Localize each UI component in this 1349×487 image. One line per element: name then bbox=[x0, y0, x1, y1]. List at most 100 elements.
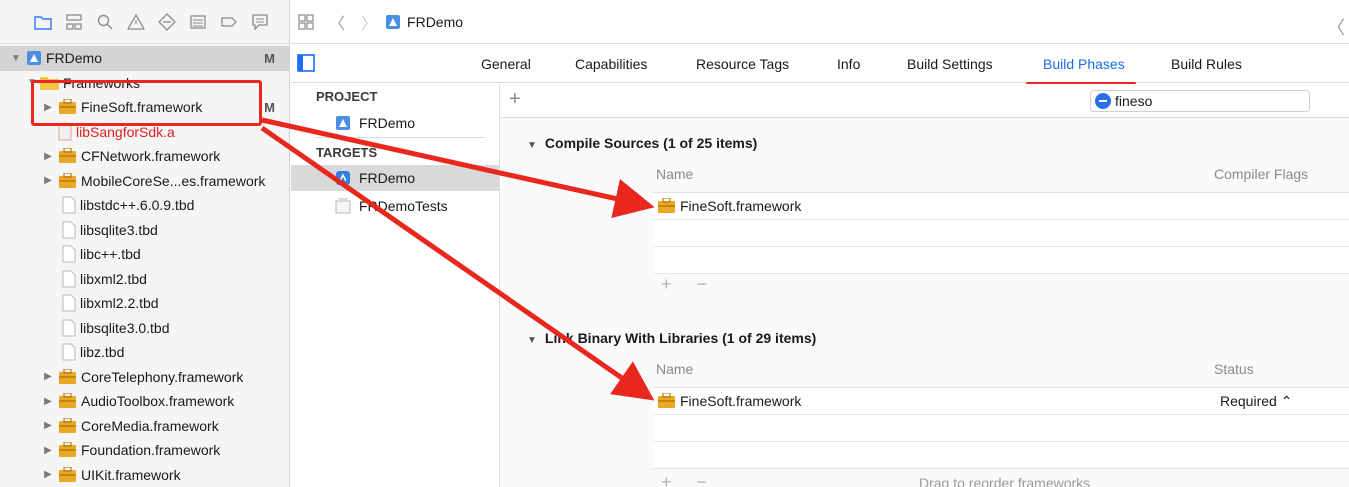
disclosure-icon[interactable]: ▼ bbox=[527, 335, 537, 346]
test-bundle-icon bbox=[335, 198, 351, 214]
editor-tab-bar: General Capabilities Resource Tags Info … bbox=[291, 45, 1349, 86]
tab-build-settings[interactable]: Build Settings bbox=[907, 56, 993, 72]
back-icon[interactable]: 〈 bbox=[329, 10, 345, 34]
project-navigator: ▼ FRDemo M ▼ Frameworks ▶ FineSoft.frame… bbox=[0, 0, 290, 487]
debug-icon[interactable] bbox=[189, 13, 207, 31]
target-item-frdemo[interactable]: FRDemo bbox=[291, 165, 499, 191]
tree-item-uikit-framework[interactable]: ▶ UIKit.framework bbox=[0, 463, 289, 487]
disclosure-icon[interactable]: ▶ bbox=[42, 151, 54, 162]
tree-item-frdemo-project[interactable]: ▼ FRDemo M bbox=[0, 46, 289, 71]
find-icon[interactable] bbox=[96, 13, 114, 31]
tree-item-label: libxml2.tbd bbox=[80, 270, 147, 287]
target-item-frdemotests[interactable]: FRDemoTests bbox=[291, 193, 499, 219]
build-phases-editor: + fineso ▼ Compile Sources (1 of 25 items… bbox=[501, 84, 1349, 487]
tree-item-foundation-framework[interactable]: ▶ Foundation.framework bbox=[0, 438, 289, 463]
table-row-empty bbox=[653, 442, 1349, 469]
tree-item-label: CoreTelephony.framework bbox=[81, 368, 244, 385]
tree-item-label: UIKit.framework bbox=[81, 466, 181, 483]
clear-filter-icon[interactable] bbox=[1095, 93, 1111, 109]
add-phase-button[interactable]: + bbox=[509, 88, 521, 111]
column-name[interactable]: Name bbox=[656, 166, 693, 182]
status-popup[interactable]: Required ⌃ bbox=[1220, 393, 1292, 410]
file-icon bbox=[62, 343, 76, 361]
link-binary-header[interactable]: ▼ Link Binary With Libraries (1 of 29 ite… bbox=[527, 330, 816, 346]
tree-item-libsqlite3[interactable]: libsqlite3.tbd bbox=[0, 218, 289, 243]
project-item-frdemo[interactable]: FRDemo bbox=[291, 110, 499, 136]
file-icon bbox=[62, 270, 76, 288]
row-name: FineSoft.framework bbox=[680, 393, 802, 409]
filter-field[interactable]: fineso bbox=[1090, 90, 1310, 112]
jump-bar: 〈 〉 FRDemo 〈 bbox=[291, 0, 1349, 44]
filter-value: fineso bbox=[1115, 93, 1153, 109]
tree-item-label: AudioToolbox.framework bbox=[81, 393, 235, 410]
column-name[interactable]: Name bbox=[656, 361, 693, 377]
sidebar-toggle-icon[interactable] bbox=[297, 54, 315, 72]
targets-header: TARGETS bbox=[316, 145, 378, 160]
framework-icon bbox=[59, 466, 76, 482]
column-status[interactable]: Status bbox=[1214, 361, 1254, 377]
table-row-empty bbox=[653, 247, 1349, 274]
tree-item-coretelephony-framework[interactable]: ▶ CoreTelephony.framework bbox=[0, 365, 289, 390]
hierarchy-icon[interactable] bbox=[65, 13, 83, 31]
tree-item-cfnetwork-framework[interactable]: ▶ CFNetwork.framework bbox=[0, 144, 289, 169]
disclosure-icon[interactable]: ▶ bbox=[42, 469, 54, 480]
compile-sources-table: FineSoft.framework bbox=[653, 192, 1349, 274]
tree-item-label: libsqlite3.tbd bbox=[80, 221, 158, 238]
tree-item-libz[interactable]: libz.tbd bbox=[0, 340, 289, 365]
add-remove-controls[interactable]: + − bbox=[661, 274, 717, 295]
file-icon bbox=[62, 196, 76, 214]
table-row[interactable]: FineSoft.framework Required ⌃ bbox=[653, 388, 1349, 415]
tree-item-label: CFNetwork.framework bbox=[81, 148, 221, 165]
project-item-label: FRDemo bbox=[359, 115, 416, 131]
tree-item-libxml2[interactable]: libxml2.tbd bbox=[0, 267, 289, 292]
table-row-empty bbox=[653, 220, 1349, 247]
disclosure-icon[interactable]: ▼ bbox=[527, 140, 537, 151]
app-target-icon bbox=[336, 171, 350, 185]
tree-item-libsqlite3-0[interactable]: libsqlite3.0.tbd bbox=[0, 316, 289, 341]
tab-general[interactable]: General bbox=[481, 56, 531, 72]
target-item-label: FRDemoTests bbox=[359, 198, 448, 214]
highlight-box bbox=[31, 80, 262, 126]
disclosure-icon[interactable]: ▶ bbox=[42, 420, 54, 431]
table-row[interactable]: FineSoft.framework bbox=[653, 193, 1349, 220]
add-remove-controls[interactable]: + − bbox=[661, 472, 717, 487]
tab-build-rules[interactable]: Build Rules bbox=[1171, 56, 1242, 72]
tab-resource-tags[interactable]: Resource Tags bbox=[696, 56, 789, 72]
folder-icon[interactable] bbox=[34, 13, 52, 31]
tree-item-label: libSangforSdk.a bbox=[76, 123, 175, 140]
disclosure-icon[interactable]: ▶ bbox=[42, 175, 54, 186]
tree-item-mobilecoreservices-framework[interactable]: ▶ MobileCoreSe...es.framework bbox=[0, 169, 289, 194]
tree-item-libxml2-2[interactable]: libxml2.2.tbd bbox=[0, 291, 289, 316]
disclosure-icon[interactable]: ▶ bbox=[42, 371, 54, 382]
file-icon bbox=[62, 245, 76, 263]
warning-icon[interactable] bbox=[127, 13, 145, 31]
table-row-empty bbox=[653, 415, 1349, 442]
framework-icon bbox=[59, 442, 76, 458]
chevron-left-icon[interactable]: 〈 bbox=[1327, 14, 1345, 40]
related-items-icon[interactable] bbox=[297, 13, 315, 31]
drag-hint: Drag to reorder frameworks bbox=[919, 475, 1091, 487]
breadcrumb[interactable]: FRDemo bbox=[407, 14, 463, 30]
test-icon[interactable] bbox=[158, 12, 176, 31]
tab-info[interactable]: Info bbox=[837, 56, 860, 72]
tree-item-coremedia-framework[interactable]: ▶ CoreMedia.framework bbox=[0, 414, 289, 439]
breakpoint-icon[interactable] bbox=[220, 13, 238, 31]
targets-panel: PROJECT FRDemo TARGETS FRDemo FRDemoTest… bbox=[291, 84, 500, 487]
tree-item-audiotoolbox-framework[interactable]: ▶ AudioToolbox.framework bbox=[0, 389, 289, 414]
tree-item-libstdcpp[interactable]: libstdc++.6.0.9.tbd bbox=[0, 193, 289, 218]
file-icon bbox=[62, 319, 76, 337]
modified-badge: M bbox=[264, 99, 275, 115]
disclosure-icon[interactable]: ▼ bbox=[10, 53, 22, 64]
column-compiler-flags[interactable]: Compiler Flags bbox=[1214, 166, 1308, 182]
project-file-icon bbox=[336, 116, 350, 130]
framework-icon bbox=[59, 393, 76, 409]
tab-capabilities[interactable]: Capabilities bbox=[575, 56, 647, 72]
disclosure-icon[interactable]: ▶ bbox=[42, 445, 54, 456]
disclosure-icon[interactable]: ▶ bbox=[42, 396, 54, 407]
report-icon[interactable] bbox=[251, 13, 269, 31]
tree-item-libcpp[interactable]: libc++.tbd bbox=[0, 242, 289, 267]
tab-build-phases[interactable]: Build Phases bbox=[1043, 56, 1125, 72]
compile-sources-header[interactable]: ▼ Compile Sources (1 of 25 items) bbox=[527, 135, 757, 151]
forward-icon[interactable]: 〉 bbox=[361, 10, 377, 34]
framework-icon bbox=[59, 148, 76, 164]
